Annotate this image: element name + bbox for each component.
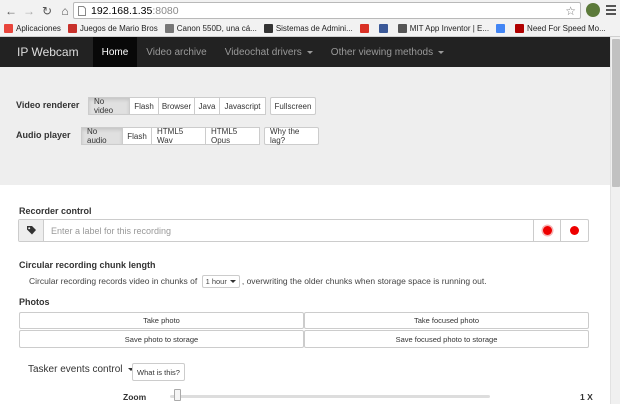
video-option-java[interactable]: Java	[194, 97, 220, 115]
page-scrollbar[interactable]	[610, 37, 620, 404]
nav-videochat-drivers[interactable]: Videochat drivers	[216, 37, 322, 67]
record-icon	[570, 226, 579, 235]
bookmark-item[interactable]: Need For Speed Mo...	[515, 24, 606, 33]
record-button[interactable]	[533, 220, 560, 241]
nav-other-viewing-methods[interactable]: Other viewing methods	[322, 37, 453, 67]
address-bar[interactable]: 192.168.1.35:8080 ☆	[73, 2, 581, 19]
bookmark-favicon-icon	[496, 24, 506, 33]
zoom-slider-track[interactable]	[170, 395, 490, 398]
save-focused-photo-button[interactable]: Save focused photo to storage	[304, 330, 589, 348]
bookmark-item[interactable]	[378, 24, 391, 33]
bookmark-favicon-icon	[164, 24, 174, 33]
nav-videochat-drivers-label: Videochat drivers	[224, 46, 302, 58]
forward-icon[interactable]: →	[22, 4, 36, 18]
audio-player-label: Audio player	[16, 130, 71, 140]
bookmark-label: MIT App Inventor | E...	[409, 24, 490, 33]
top-navbar: IP Webcam Home Video archive Videochat d…	[0, 37, 610, 67]
video-renderer-label: Video renderer	[16, 100, 80, 110]
browser-toolbar: ← → ↻ ⌂ 192.168.1.35:8080 ☆	[0, 0, 620, 21]
nav-video-archive-label: Video archive	[146, 46, 207, 58]
recorder-control-title: Recorder control	[19, 206, 92, 216]
chevron-down-icon	[438, 50, 445, 54]
audio-option-flash[interactable]: Flash	[122, 127, 152, 145]
bookmark-item[interactable]: Sistemas de Admini...	[263, 24, 353, 33]
bookmark-favicon-icon	[378, 24, 388, 33]
video-option-flash[interactable]: Flash	[129, 97, 159, 115]
bookmark-favicon-icon	[263, 24, 273, 33]
page-icon	[78, 5, 86, 16]
bookmark-item[interactable]: MIT App Inventor | E...	[397, 24, 490, 33]
video-renderer-group: No video Flash Browser Java Javascript F…	[88, 97, 316, 115]
video-option-no-video[interactable]: No video	[88, 97, 130, 115]
bookmark-item[interactable]: Juegos de Mario Bros	[67, 24, 158, 33]
zoom-value: 1 X	[580, 392, 593, 402]
browser-menu-icon[interactable]	[606, 5, 616, 15]
why-the-lag-button[interactable]: Why the lag?	[264, 127, 319, 145]
audio-option-html5-opus[interactable]: HTML5 Opus	[205, 127, 260, 145]
save-photo-button[interactable]: Save photo to storage	[19, 330, 304, 348]
nav-home[interactable]: Home	[92, 37, 138, 67]
take-photo-button[interactable]: Take photo	[19, 312, 304, 329]
back-icon[interactable]: ←	[4, 4, 18, 18]
bookmark-star-icon[interactable]: ☆	[565, 4, 576, 18]
tasker-dropdown[interactable]: Tasker events control	[28, 364, 134, 375]
tag-icon	[19, 220, 44, 241]
bookmark-item[interactable]	[496, 24, 508, 33]
reload-icon[interactable]: ↻	[40, 4, 54, 18]
audio-player-group: No audio Flash HTML5 Wav HTML5 Opus Why …	[81, 127, 319, 145]
chunk-length-select[interactable]: 1 hour	[201, 275, 240, 288]
bookmark-label: Canon 550D, una cá...	[176, 24, 257, 33]
recorder-input-group: Enter a label for this recording	[18, 219, 589, 242]
bookmark-label: Aplicaciones	[16, 24, 61, 33]
zoom-slider-thumb[interactable]	[174, 389, 181, 401]
chunk-length-value: 1 hour	[205, 277, 227, 286]
chunk-text-before: Circular recording records video in chun…	[29, 275, 198, 286]
url-text: 192.168.1.35:8080	[91, 4, 179, 17]
zoom-label: Zoom	[123, 392, 147, 402]
video-option-browser[interactable]: Browser	[158, 97, 195, 115]
chunk-length-title: Circular recording chunk length	[19, 260, 156, 270]
bookmark-favicon-icon	[397, 24, 407, 33]
chevron-down-icon	[229, 280, 236, 283]
bookmark-label: Need For Speed Mo...	[527, 24, 606, 33]
bookmark-favicon-icon	[4, 24, 13, 33]
bookmark-label: Juegos de Mario Bros	[79, 24, 158, 33]
video-option-javascript[interactable]: Javascript	[219, 97, 266, 115]
bookmark-favicon-icon	[359, 24, 369, 33]
bookmark-favicon-icon	[67, 24, 77, 33]
chevron-down-icon	[306, 50, 313, 54]
nav-video-archive[interactable]: Video archive	[137, 37, 215, 67]
bookmark-item[interactable]	[359, 24, 372, 33]
record-icon	[542, 226, 552, 235]
chunk-length-description: Circular recording records video in chun…	[29, 275, 487, 288]
what-is-this-button[interactable]: What is this?	[132, 363, 185, 381]
bookmark-label: Sistemas de Admini...	[275, 24, 353, 33]
record-motion-button[interactable]	[560, 220, 588, 241]
scrollbar-thumb[interactable]	[612, 39, 620, 187]
take-focused-photo-button[interactable]: Take focused photo	[304, 312, 589, 329]
photos-title: Photos	[19, 297, 50, 307]
bookmark-favicon-icon	[515, 24, 525, 33]
brand-link[interactable]: IP Webcam	[0, 45, 93, 59]
audio-option-html5-wav[interactable]: HTML5 Wav	[151, 127, 206, 145]
recording-label-input[interactable]: Enter a label for this recording	[44, 220, 533, 241]
extension-eye-icon[interactable]	[586, 3, 600, 17]
chunk-text-after: , overwriting the older chunks when stor…	[241, 275, 487, 286]
bookmark-item[interactable]: Canon 550D, una cá...	[164, 24, 257, 33]
nav-other-viewing-methods-label: Other viewing methods	[330, 46, 434, 58]
bookmark-item[interactable]: Aplicaciones	[4, 24, 61, 33]
viewer-panel	[0, 67, 610, 185]
nav-home-label: Home	[101, 46, 129, 58]
home-icon[interactable]: ⌂	[58, 4, 72, 18]
audio-option-no-audio[interactable]: No audio	[81, 127, 123, 145]
bookmarks-bar: Aplicaciones Juegos de Mario Bros Canon 55…	[0, 21, 620, 37]
fullscreen-button[interactable]: Fullscreen	[270, 97, 316, 115]
tasker-label: Tasker events control	[28, 364, 123, 375]
